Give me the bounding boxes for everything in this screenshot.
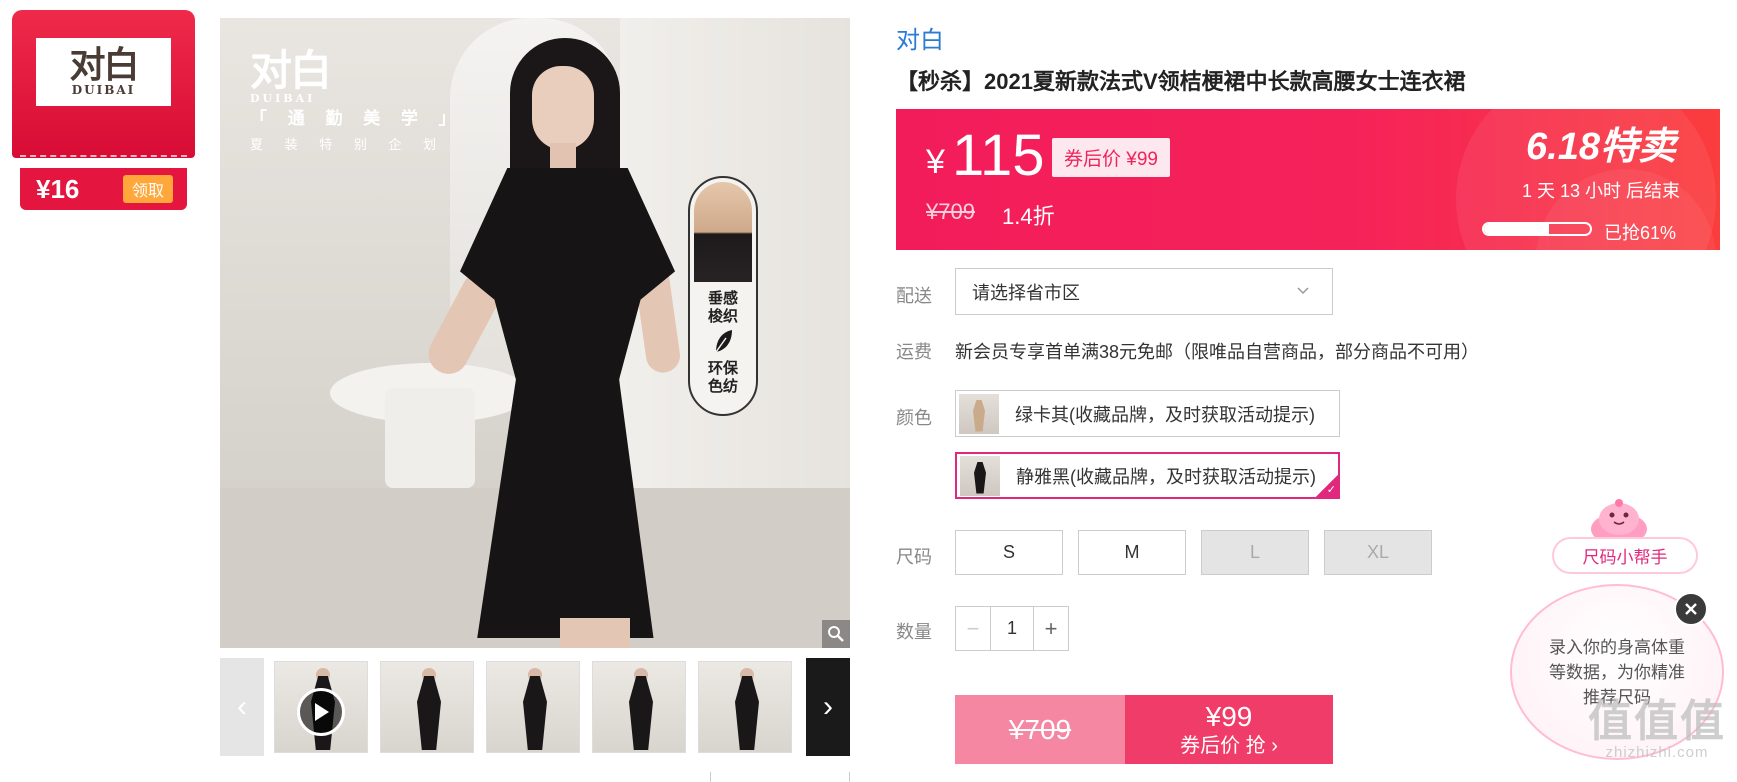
shipping-label: 运费 — [896, 342, 932, 362]
thumbnail-model — [523, 676, 547, 750]
fabric-feature-badge: 垂感 梭织 环保 色纺 — [688, 176, 758, 416]
leaf-icon — [715, 330, 732, 353]
color-option-khaki[interactable]: 绿卡其(收藏品牌，及时获取活动提示) — [955, 390, 1340, 437]
color-thumbnail — [960, 455, 1000, 496]
thumbnail-model — [417, 676, 441, 750]
coupon-strip: ¥16 领取 — [20, 168, 187, 210]
original-price: ¥709 — [926, 199, 975, 224]
thumbnail-model — [629, 676, 653, 750]
image-tagline: 「 通 勤 美 学 」 — [250, 109, 464, 128]
color-option-black[interactable]: 静雅黑(收藏品牌，及时获取活动提示) ✓ — [955, 452, 1340, 499]
shipping-info: 新会员专享首单满38元免邮（限唯品自营商品，部分商品不可用） — [955, 342, 1480, 362]
quantity-input[interactable]: 1 — [990, 607, 1034, 650]
countdown-timer: 1 天 13 小时 后结束 — [1521, 181, 1680, 201]
fabric-swatch — [694, 182, 752, 282]
feature-eco: 环保 色纺 — [707, 360, 738, 395]
image-subtag: 夏 装 特 别 企 划 — [250, 137, 446, 152]
quantity-increase-button[interactable]: + — [1034, 607, 1068, 650]
color-thumbnail — [959, 393, 999, 434]
watermark-en: zhizhizhi.com — [1605, 744, 1709, 761]
play-icon[interactable] — [297, 688, 345, 736]
brand-link[interactable]: 对白 — [896, 20, 944, 55]
color-thumbnail-model — [974, 461, 986, 494]
brand-coupon-card: 对白 DUIBAI ¥16 领取 — [12, 10, 195, 214]
product-title: 【秒杀】2021夏新款法式V领桔梗裙中长款高腰女士连衣裙 — [896, 69, 1466, 94]
thumbnail-image[interactable] — [380, 661, 474, 753]
brand-logo-cn: 对白 — [69, 45, 139, 86]
image-brand-logo: 对白 DUIBAI — [250, 46, 332, 106]
discount-rate: 1.4折 — [1002, 204, 1055, 229]
background-table-base — [385, 388, 475, 488]
color-thumbnail-model — [973, 399, 985, 432]
thumbnail-video[interactable] — [274, 661, 368, 753]
color-label: 颜色 — [896, 408, 932, 428]
size-option-m[interactable]: M — [1078, 530, 1186, 575]
chevron-right-icon[interactable]: › — [806, 658, 850, 756]
image-logo-cn: 对白 — [250, 46, 332, 95]
region-select[interactable]: 请选择省市区 — [955, 268, 1333, 315]
thumbnail-model — [735, 676, 759, 750]
coupon-buy-button[interactable]: ¥99 券后价 抢 › — [1125, 695, 1333, 764]
size-option-l[interactable]: L — [1201, 530, 1309, 575]
check-icon: ✓ — [1326, 484, 1336, 496]
sold-progress-bar — [1482, 222, 1592, 236]
price-banner: ¥ 115 券后价 ¥99 ¥709 1.4折 6.18特卖 1 天 13 小时… — [896, 109, 1720, 250]
thumbnail-image[interactable] — [486, 661, 580, 753]
cut-off-footer-row — [220, 772, 850, 782]
region-select-value: 请选择省市区 — [972, 282, 1080, 303]
sale-event-tag: 6.18特卖 — [1526, 126, 1676, 168]
buy-button-group: ¥709 ¥99 券后价 抢 › — [955, 695, 1333, 764]
quantity-label: 数量 — [896, 622, 932, 642]
size-option-s[interactable]: S — [955, 530, 1063, 575]
chevron-left-icon[interactable]: ‹ — [220, 658, 264, 756]
sold-progress-fill — [1484, 224, 1549, 234]
thumbnail-image[interactable] — [592, 661, 686, 753]
sold-progress-label: 已抢61% — [1603, 223, 1676, 243]
original-price-button[interactable]: ¥709 — [955, 695, 1125, 764]
color-option-label: 静雅黑(收藏品牌，及时获取活动提示) — [1016, 466, 1316, 487]
buy-action-label: 券后价 抢 › — [1180, 734, 1278, 757]
coupon-divider — [20, 155, 187, 157]
sale-price: 115 — [952, 123, 1045, 188]
quantity-stepper: − 1 + — [955, 606, 1069, 651]
brand-logo-en: DUIBAI — [71, 83, 136, 97]
watermark-cn: 值值值 — [1588, 697, 1726, 746]
delivery-label: 配送 — [896, 286, 932, 306]
thumbnail-strip: ‹ › — [220, 658, 850, 756]
size-option-xl[interactable]: XL — [1324, 530, 1432, 575]
main-product-image[interactable]: 对白 DUIBAI 「 通 勤 美 学 」 夏 装 特 别 企 划 垂感 梭织 … — [220, 18, 850, 648]
size-helper-button[interactable]: 尺码小帮手 — [1552, 537, 1698, 574]
feature-drape: 垂感 梭织 — [707, 290, 738, 325]
coupon-price-badge: 券后价 ¥99 — [1052, 138, 1170, 177]
share-button-partial[interactable] — [710, 772, 850, 782]
brand-card-header: 对白 DUIBAI — [12, 10, 195, 158]
claim-coupon-button[interactable]: 领取 — [122, 175, 173, 203]
price-currency: ¥ — [926, 143, 945, 181]
model-legs — [560, 618, 630, 648]
size-label: 尺码 — [896, 547, 932, 567]
color-option-label: 绿卡其(收藏品牌，及时获取活动提示) — [1015, 404, 1315, 425]
thumbnail-image[interactable] — [698, 661, 792, 753]
buy-coupon-price: ¥99 — [1205, 700, 1253, 732]
close-icon[interactable] — [1674, 592, 1708, 626]
brand-logo[interactable]: 对白 DUIBAI — [36, 38, 171, 106]
chevron-down-icon — [1297, 287, 1309, 295]
zoom-icon[interactable] — [822, 620, 850, 648]
site-watermark: 值值值 zhizhizhi.com — [1588, 697, 1726, 762]
coupon-amount: ¥16 — [36, 173, 80, 204]
quantity-decrease-button[interactable]: − — [956, 607, 990, 650]
model-face — [532, 66, 594, 150]
